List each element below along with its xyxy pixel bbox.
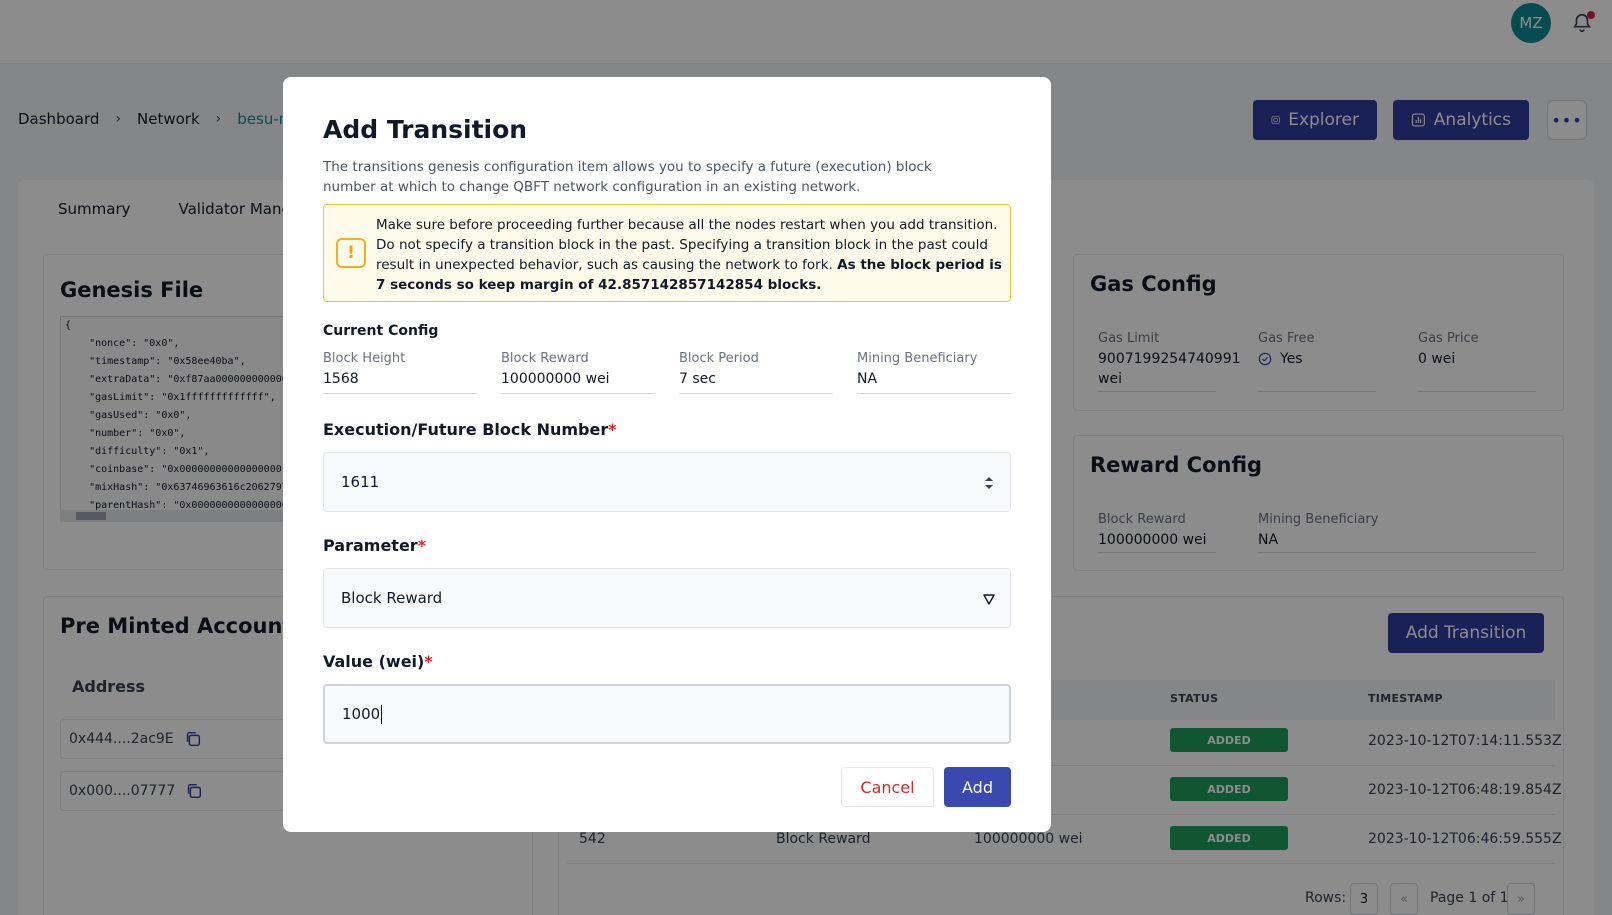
block-height-value: 1568 (323, 371, 359, 387)
value-wei-input[interactable]: 1000 (323, 684, 1011, 744)
divider (857, 393, 1011, 394)
text-cursor (381, 704, 383, 724)
divider (501, 393, 655, 394)
block-reward-label: Block Reward (501, 351, 589, 366)
parameter-label: Parameter* (323, 536, 426, 555)
block-period-label: Block Period (679, 351, 759, 366)
block-number-label: Execution/Future Block Number* (323, 420, 617, 439)
block-reward-value: 100000000 wei (501, 371, 610, 387)
current-config-title: Current Config (323, 323, 439, 339)
modal-title: Add Transition (323, 115, 528, 144)
cancel-button[interactable]: Cancel (841, 767, 934, 807)
parameter-select[interactable]: Block Reward (323, 568, 1011, 628)
block-number-label-text: Execution/Future Block Number (323, 420, 609, 439)
divider (323, 393, 477, 394)
block-height-label: Block Height (323, 351, 406, 366)
add-transition-modal: Add Transition The transitions genesis c… (283, 77, 1051, 832)
chevron-down-icon (983, 594, 995, 605)
warning-text: Make sure before proceeding further beca… (376, 215, 1002, 295)
block-number-value: 1611 (341, 473, 380, 491)
stepper-icon[interactable] (984, 473, 994, 493)
required-marker: * (608, 420, 617, 439)
block-number-input[interactable]: 1611 (323, 452, 1011, 512)
required-marker: * (417, 536, 427, 555)
warning-box: ! Make sure before proceeding further be… (323, 204, 1011, 302)
parameter-label-text: Parameter (323, 536, 418, 555)
warning-icon: ! (336, 238, 366, 268)
mining-beneficiary-value: NA (857, 371, 878, 387)
value-wei-value: 1000 (342, 705, 381, 723)
parameter-value: Block Reward (341, 589, 443, 607)
mining-beneficiary-label: Mining Beneficiary (857, 351, 978, 366)
modal-description: The transitions genesis configuration it… (323, 159, 932, 195)
add-button[interactable]: Add (944, 767, 1011, 807)
divider (679, 393, 833, 394)
required-marker: * (424, 652, 433, 671)
block-period-value: 7 sec (679, 371, 716, 387)
value-wei-label: Value (wei)* (323, 652, 433, 671)
value-wei-label-text: Value (wei) (323, 652, 425, 671)
